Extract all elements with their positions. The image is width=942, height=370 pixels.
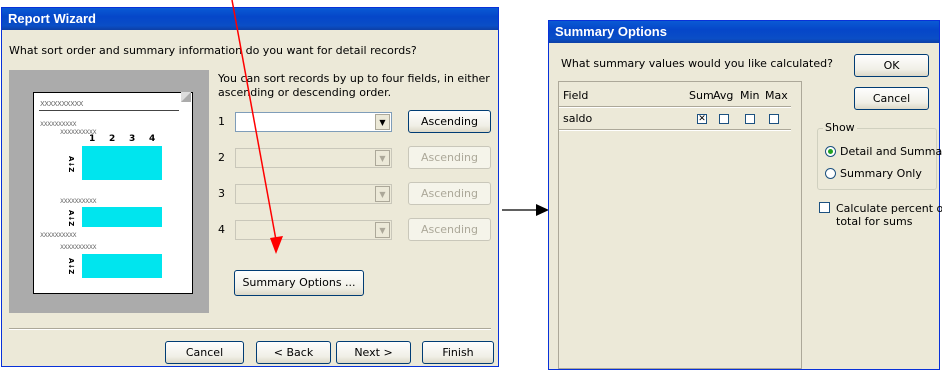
header-min: Min xyxy=(740,89,760,102)
summary-cancel-button[interactable]: Cancel xyxy=(854,87,929,110)
radio-summary-only[interactable] xyxy=(825,168,836,179)
avg-checkbox[interactable] xyxy=(719,114,729,124)
radio-detail-and-summary[interactable] xyxy=(825,146,836,157)
percent-label-line2[interactable]: total for sums xyxy=(836,215,912,228)
header-max: Max xyxy=(765,89,788,102)
summary-only-label[interactable]: Summary Only xyxy=(840,167,922,180)
percent-label-line1[interactable]: Calculate percent of xyxy=(836,202,942,215)
ok-button[interactable]: OK xyxy=(854,54,929,77)
summary-fields-panel xyxy=(558,81,802,369)
percent-checkbox[interactable] xyxy=(819,202,830,213)
header-field: Field xyxy=(563,89,589,102)
detail-and-summary-label[interactable]: Detail and Summary xyxy=(840,145,942,158)
row-field-saldo: saldo xyxy=(563,112,593,125)
max-checkbox[interactable] xyxy=(769,114,779,124)
connector-arrow xyxy=(502,204,549,216)
summary-options-title: Summary Options xyxy=(549,21,939,43)
summary-question: What summary values would you like calcu… xyxy=(561,57,833,70)
min-checkbox[interactable] xyxy=(745,114,755,124)
row-divider xyxy=(559,129,791,131)
header-avg: Avg xyxy=(713,89,734,102)
show-group-label: Show xyxy=(823,121,857,134)
header-divider xyxy=(559,106,791,108)
summary-options-window: Summary Options What summary values woul… xyxy=(548,20,942,370)
sum-checkbox[interactable]: ✕ xyxy=(697,114,707,124)
header-sum: Sum xyxy=(689,89,714,102)
show-group-box xyxy=(817,128,937,190)
